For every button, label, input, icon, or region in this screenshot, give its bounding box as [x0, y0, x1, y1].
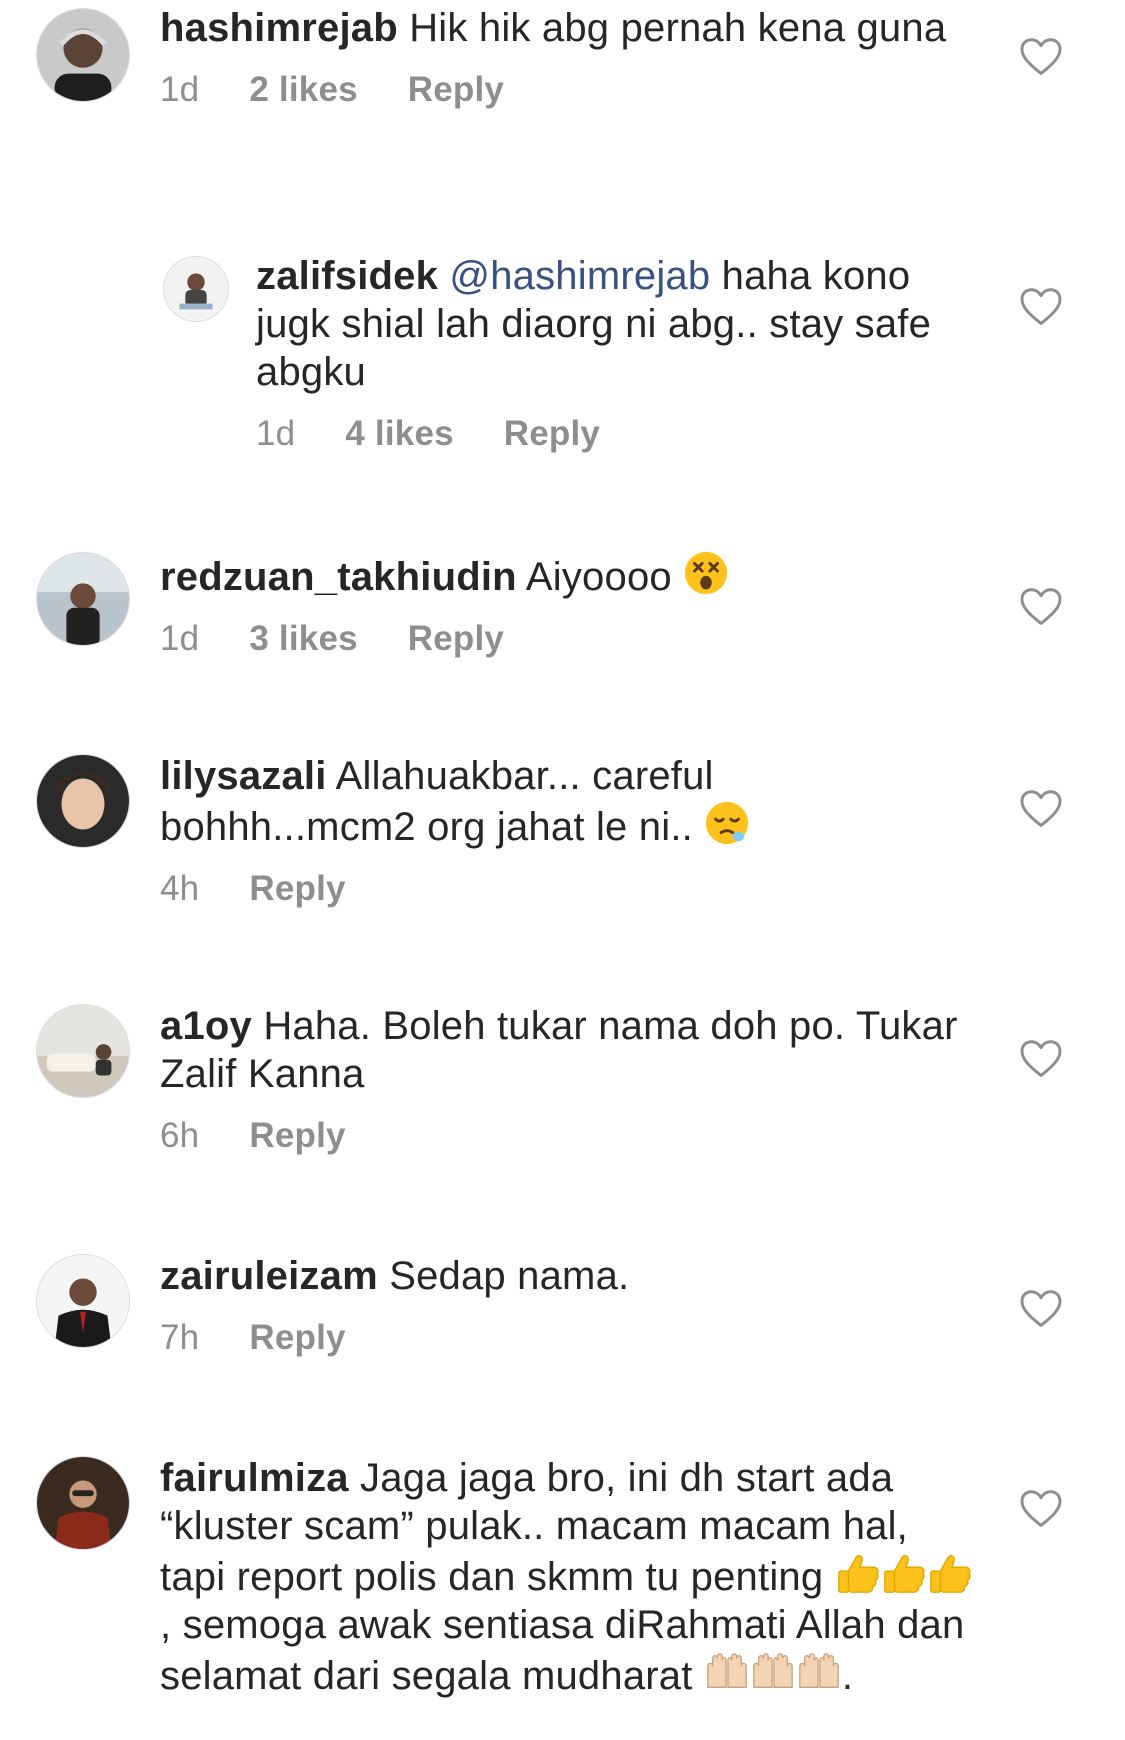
comment-username[interactable]: a1oy: [160, 1004, 252, 1048]
comment-time: 6h: [160, 1116, 200, 1155]
thumbs-up-emoji: [881, 1550, 927, 1596]
comment-time: 1d: [160, 70, 200, 109]
comment-time: 4h: [160, 869, 200, 908]
reply-button[interactable]: Reply: [249, 1114, 345, 1158]
comment-time: 7h: [160, 1318, 200, 1357]
reply-button[interactable]: Reply: [249, 867, 345, 911]
comment-username[interactable]: redzuan_takhiudin: [160, 555, 517, 599]
avatar[interactable]: [163, 256, 229, 322]
comment-text: .: [841, 1654, 854, 1698]
raised-hands-emoji: [704, 1649, 750, 1695]
raised-hands-emoji: [796, 1649, 842, 1695]
comment-time: 1d: [256, 414, 296, 453]
comment-username[interactable]: lilysazali: [160, 754, 327, 798]
comment-username[interactable]: fairulmiza: [160, 1456, 349, 1500]
avatar[interactable]: [36, 1254, 130, 1348]
reply-button[interactable]: Reply: [249, 1316, 345, 1360]
comment-username[interactable]: zairuleizam: [160, 1254, 378, 1298]
heart-icon[interactable]: [1020, 288, 1062, 326]
reply-button[interactable]: Reply: [408, 617, 504, 661]
avatar[interactable]: [36, 754, 130, 848]
heart-icon[interactable]: [1020, 588, 1062, 626]
comment-username[interactable]: zalifsidek: [256, 254, 438, 298]
likes-count[interactable]: 2 likes: [249, 68, 357, 112]
mention-link[interactable]: @hashimrejab: [449, 254, 710, 298]
heart-icon[interactable]: [1020, 38, 1062, 76]
avatar[interactable]: [36, 1456, 130, 1550]
reply-button[interactable]: Reply: [408, 68, 504, 112]
avatar[interactable]: [36, 552, 130, 646]
likes-count[interactable]: 4 likes: [345, 412, 453, 456]
likes-count[interactable]: 3 likes: [249, 617, 357, 661]
avatar[interactable]: [36, 8, 130, 102]
raised-hands-emoji: [750, 1649, 796, 1695]
reply-button[interactable]: Reply: [504, 412, 600, 456]
heart-icon[interactable]: [1020, 1040, 1062, 1078]
heart-icon[interactable]: [1020, 1290, 1062, 1328]
thumbs-up-emoji: [835, 1550, 881, 1596]
comment-text: Sedap nama.: [389, 1254, 630, 1298]
comment-username[interactable]: hashimrejab: [160, 6, 398, 50]
heart-icon[interactable]: [1020, 1490, 1062, 1528]
comment-text: Hik hik abg pernah kena guna: [409, 6, 947, 50]
heart-icon[interactable]: [1020, 790, 1062, 828]
avatar[interactable]: [36, 1004, 130, 1098]
comment-time: 1d: [160, 619, 200, 658]
comment-text: Aiyoooo: [525, 555, 672, 599]
sleepy-face-emoji: [704, 800, 750, 846]
dizzy-face-emoji: [683, 550, 729, 596]
comment-text: Haha. Boleh tukar nama doh po. Tukar Zal…: [160, 1004, 958, 1096]
thumbs-up-emoji: [927, 1550, 973, 1596]
